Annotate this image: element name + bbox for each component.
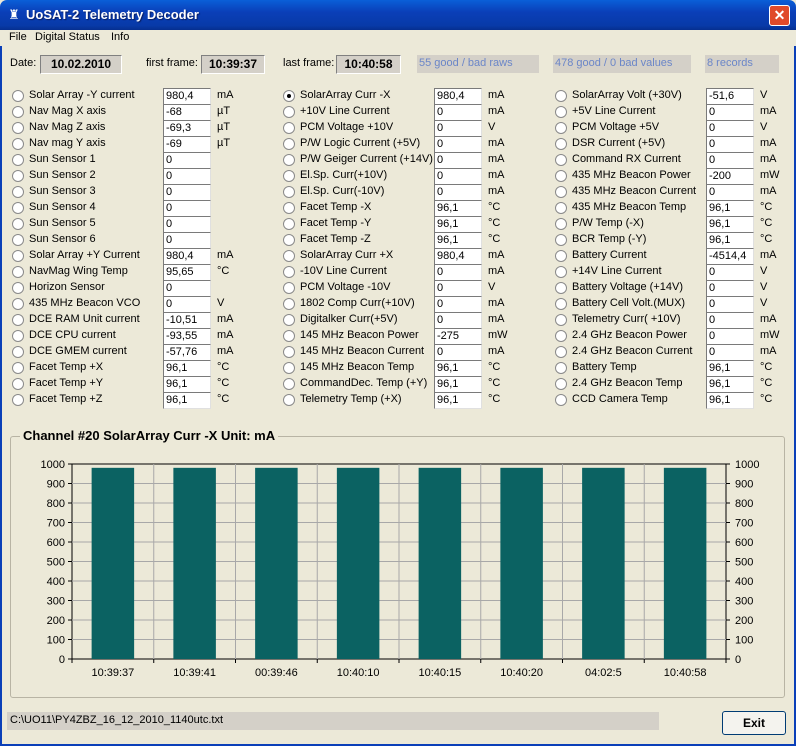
x-tick-label: 10:40:15 (418, 667, 461, 679)
y-tick-label-right: 400 (735, 576, 753, 588)
y-tick-label-right: 600 (735, 537, 753, 549)
bar (91, 467, 135, 659)
y-tick-label-right: 200 (735, 615, 753, 627)
y-tick-label-left: 400 (47, 576, 65, 588)
y-tick-label-right: 700 (735, 518, 753, 530)
y-tick-label-left: 300 (47, 596, 65, 608)
y-tick-label-left: 500 (47, 557, 65, 569)
y-tick-label-right: 800 (735, 498, 753, 510)
y-tick-label-left: 100 (47, 635, 65, 647)
x-tick-label: 10:40:10 (337, 667, 380, 679)
bar (173, 467, 216, 659)
y-tick-label-right: 0 (735, 654, 741, 666)
y-tick-label-right: 100 (735, 635, 753, 647)
bar (255, 467, 298, 659)
x-tick-label: 10:39:37 (91, 667, 134, 679)
y-tick-label-right: 1000 (735, 459, 759, 471)
y-tick-label-right: 300 (735, 596, 753, 608)
y-tick-label-right: 500 (735, 557, 753, 569)
x-tick-label: 10:40:20 (500, 667, 543, 679)
x-tick-label: 10:39:41 (173, 667, 216, 679)
y-tick-label-left: 800 (47, 498, 65, 510)
y-tick-label-left: 700 (47, 518, 65, 530)
y-tick-label-left: 900 (47, 479, 65, 491)
x-tick-label: 04:02:5 (585, 667, 622, 679)
bar (500, 467, 543, 659)
bar (663, 467, 707, 659)
bar (582, 467, 625, 659)
y-tick-label-left: 600 (47, 537, 65, 549)
y-tick-label-left: 0 (59, 654, 65, 666)
y-tick-label-right: 900 (735, 479, 753, 491)
bar (418, 467, 462, 659)
x-tick-label: 10:40:58 (664, 667, 707, 679)
y-tick-label-left: 1000 (41, 459, 65, 471)
file-path-status: C:\UO11\PY4ZBZ_16_12_2010_1140utc.txt (7, 712, 659, 730)
exit-button[interactable]: Exit (722, 711, 786, 735)
bar (336, 467, 380, 659)
x-tick-label: 00:39:46 (255, 667, 298, 679)
bar-chart: 0 0 100 100 200 200 300 300 400 400 500 500 600 600 70… (41, 459, 760, 679)
y-tick-label-left: 200 (47, 615, 65, 627)
